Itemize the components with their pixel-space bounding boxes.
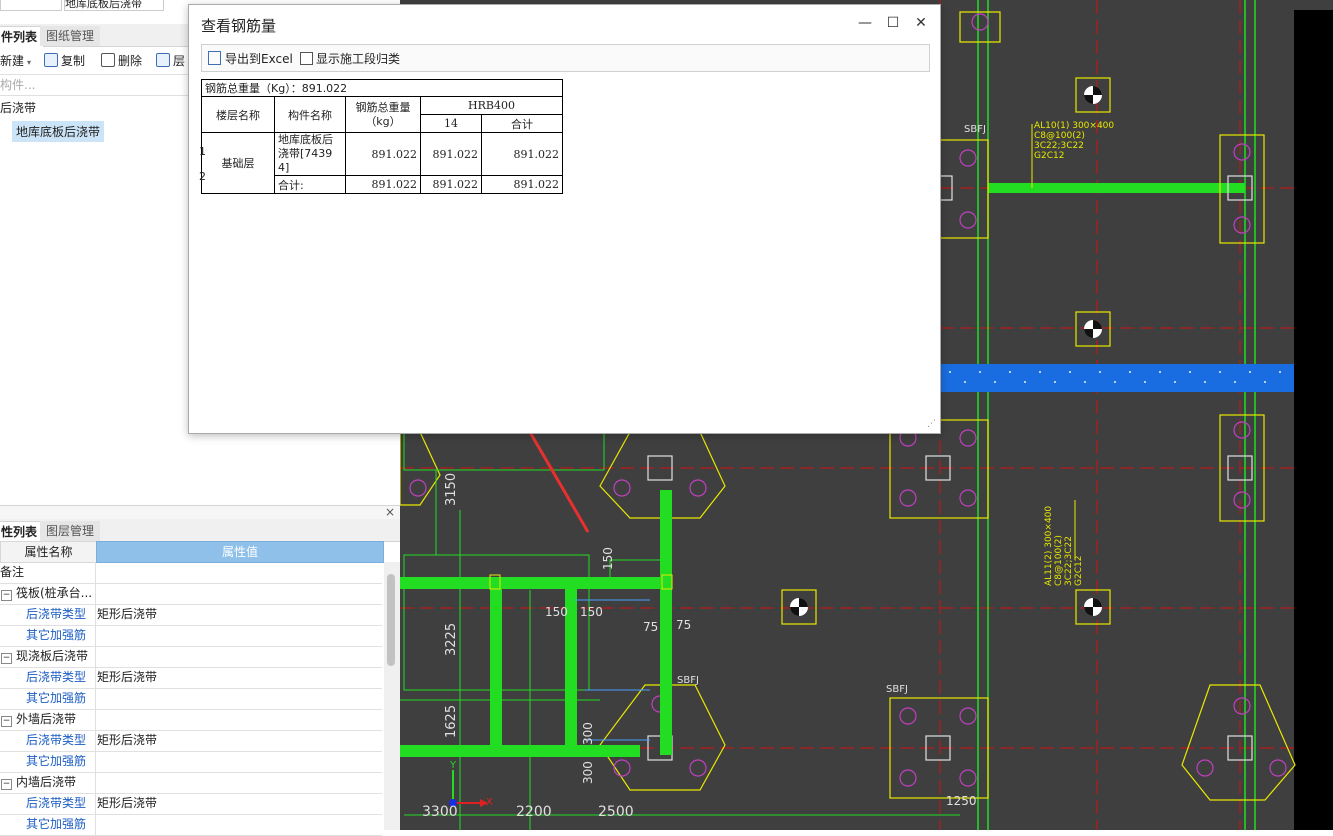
close-button[interactable]: ✕	[911, 13, 931, 33]
checkbox-box[interactable]	[300, 52, 313, 65]
resize-grip-icon[interactable]: ⋰	[927, 419, 936, 429]
maximize-button[interactable]: ☐	[883, 13, 903, 33]
rebar-quantity-dialog: 查看钢筋量 — ☐ ✕ 导出到Excel 显示施工段归类 钢筋总重量（Kg）：8…	[188, 4, 941, 434]
floor-cell: 基础层	[201, 132, 275, 194]
export-icon	[208, 51, 221, 65]
col-grade-header: HRB400	[420, 96, 563, 115]
rebar-table: 钢筋总重量（Kg）：891.022 楼层名称 构件名称 钢筋总重量 （kg） H…	[201, 79, 563, 194]
row-number-2: 2	[199, 170, 206, 183]
dialog-toolbar: 导出到Excel 显示施工段归类	[201, 44, 930, 72]
row-number-1: 1	[199, 145, 206, 158]
col-dia-header: 14	[420, 114, 482, 133]
row2-label: 合计:	[274, 175, 346, 194]
col-component-header: 构件名称	[274, 96, 346, 133]
export-excel-button[interactable]: 导出到Excel	[208, 50, 293, 67]
total-weight-label: 钢筋总重量（Kg）：891.022	[201, 79, 563, 97]
col-total-header: 钢筋总重量 （kg）	[345, 96, 421, 133]
row1-sum: 891.022	[481, 132, 563, 176]
show-stage-checkbox[interactable]: 显示施工段归类	[300, 50, 400, 67]
dialog-title: 查看钢筋量	[201, 17, 277, 35]
component-cell: 地库底板后浇带[74394]	[274, 132, 346, 176]
minimize-button[interactable]: —	[855, 13, 875, 33]
rebar-table-wrapper: 钢筋总重量（Kg）：891.022 楼层名称 构件名称 钢筋总重量 （kg） H…	[201, 79, 563, 194]
row2-total: 891.022	[345, 175, 421, 194]
row2-d14: 891.022	[420, 175, 482, 194]
row1-d14: 891.022	[420, 132, 482, 176]
col-floor-header: 楼层名称	[201, 96, 275, 133]
row1-total: 891.022	[345, 132, 421, 176]
col-sum-header: 合计	[481, 114, 563, 133]
row2-sum: 891.022	[481, 175, 563, 194]
